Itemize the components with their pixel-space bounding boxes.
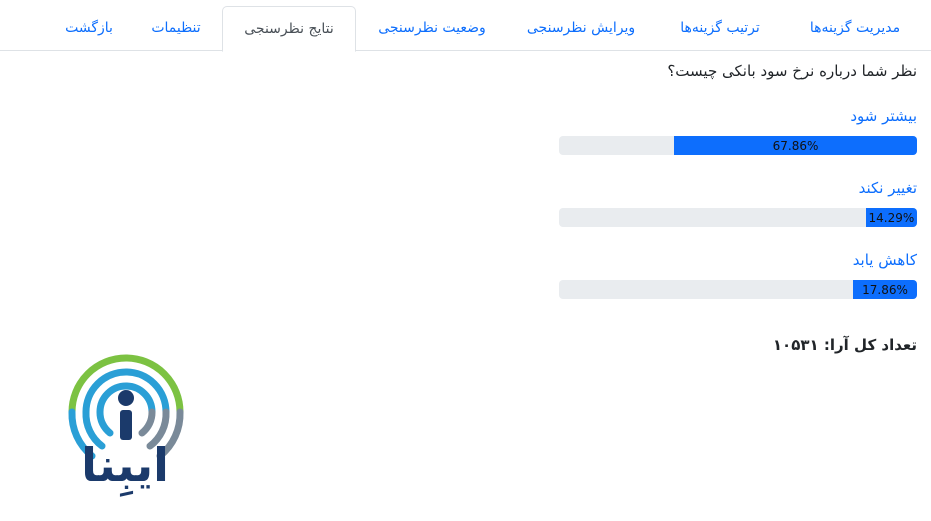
tab-manage-options[interactable]: مدیریت گزینه‌ها (790, 7, 920, 49)
tab-settings[interactable]: تنظیمات (138, 7, 214, 49)
option-label-3: کاهش یابد (852, 251, 917, 269)
option-label-2: تغییر نکند (858, 179, 917, 197)
progress-bar-3: 17.86% (559, 280, 917, 299)
progress-fill-2: 14.29% (865, 208, 917, 227)
tab-poll-results[interactable]: نتایج نظرسنجی (222, 6, 356, 52)
option-label-1: بیشتر شود (850, 107, 917, 125)
tab-edit-poll[interactable]: ویرایش نظرسنجی (512, 7, 650, 49)
progress-fill-3: 17.86% (853, 280, 917, 299)
tab-order-options[interactable]: ترتیب گزینه‌ها (660, 7, 780, 49)
tab-back[interactable]: بازگشت (50, 7, 128, 49)
progress-fill-1: 67.86% (674, 136, 917, 155)
poll-question: نظر شما درباره نرخ سود بانکی چیست؟ (667, 62, 917, 80)
progress-bar-1: 67.86% (559, 136, 917, 155)
tab-poll-status[interactable]: وضعیت نظرسنجی (362, 7, 502, 49)
ibena-logo-text: ایبِنا (81, 438, 169, 492)
tab-bar: مدیریت گزینه‌ها ترتیب گزینه‌ها ویرایش نظ… (0, 0, 931, 52)
total-votes: تعداد کل آرا: ۱۰۵۳۱ (772, 336, 917, 354)
progress-bar-2: 14.29% (559, 208, 917, 227)
